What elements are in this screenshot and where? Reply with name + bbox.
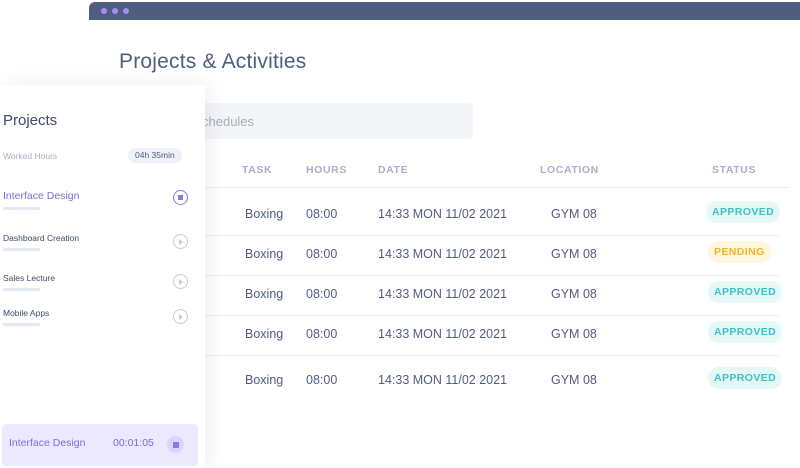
column-header-hours[interactable]: HOURS [306,164,347,176]
play-icon[interactable] [173,274,188,289]
panel-title: Projects [3,112,58,129]
project-name: Sales Lecture [3,273,55,283]
window-dot-icon[interactable] [101,8,107,14]
timer-project-name: Interface Design [9,437,86,449]
cell-hours: 08:00 [306,373,338,387]
project-item[interactable]: Mobile Apps [0,308,200,338]
window-dot-icon[interactable] [123,8,129,14]
project-progress-bar [3,288,40,291]
timer-elapsed: 00:01:05 [113,437,154,449]
column-header-location[interactable]: LOCATION [540,164,599,176]
status-badge: APPROVED [706,201,781,223]
cell-hours: 08:00 [306,287,338,301]
cell-location: GYM 08 [551,373,597,387]
project-name: Dashboard Creation [3,233,80,243]
projects-panel: Projects Worked Hours 04h 35min Interfac… [0,85,205,468]
status-badge: PENDING [708,241,771,263]
project-item[interactable]: Interface Design [0,190,200,222]
cell-location: GYM 08 [551,207,597,221]
cell-date: 14:33 MON 11/02 2021 [378,373,508,387]
status-badge: APPROVED [708,367,783,389]
play-icon[interactable] [173,234,188,249]
column-header-date[interactable]: DATE [378,164,408,176]
cell-task: Boxing [245,373,284,387]
worked-hours-badge: 04h 35min [128,148,182,163]
page-title: Projects & Activities [119,50,307,73]
project-progress-bar [3,248,40,251]
cell-task: Boxing [245,287,284,301]
project-progress-bar [3,323,40,326]
cell-date: 14:33 MON 11/02 2021 [378,327,508,341]
cell-hours: 08:00 [306,207,338,221]
cell-task: Boxing [245,327,284,341]
status-badge: APPROVED [708,321,783,343]
column-header-status[interactable]: STATUS [712,164,756,176]
status-badge: APPROVED [708,281,783,303]
cell-task: Boxing [245,247,284,261]
cell-date: 14:33 MON 11/02 2021 [378,207,508,221]
cell-date: 14:33 MON 11/02 2021 [378,287,508,301]
cell-location: GYM 08 [551,247,597,261]
column-header-task[interactable]: TASK [242,164,272,176]
cell-date: 14:33 MON 11/02 2021 [378,247,508,261]
active-timer[interactable]: Interface Design 00:01:05 [2,424,198,466]
cell-hours: 08:00 [306,327,338,341]
cell-hours: 08:00 [306,247,338,261]
worked-hours-label: Worked Hours [3,151,58,161]
stop-icon[interactable] [167,436,184,453]
cell-location: GYM 08 [551,287,597,301]
cell-task: Boxing [245,207,284,221]
play-icon[interactable] [173,309,188,324]
cell-location: GYM 08 [551,327,597,341]
project-name: Mobile Apps [3,308,50,318]
project-item[interactable]: Sales Lecture [0,273,200,303]
project-name: Interface Design [3,190,80,202]
window-titlebar [89,2,800,20]
project-progress-bar [3,207,40,210]
project-item[interactable]: Dashboard Creation [0,233,200,263]
window-dot-icon[interactable] [112,8,118,14]
stop-icon[interactable] [173,190,188,205]
